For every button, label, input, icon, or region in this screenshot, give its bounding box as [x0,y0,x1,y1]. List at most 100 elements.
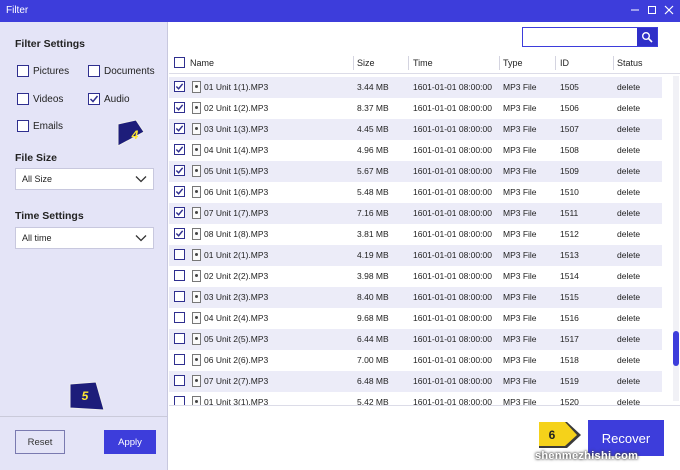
row-checkbox[interactable] [174,165,185,176]
cell-time: 1601-01-01 08:00:00 [413,187,492,197]
row-checkbox[interactable] [174,81,185,92]
minimize-icon[interactable] [628,3,642,17]
column-divider[interactable] [499,56,500,70]
mp3-file-icon [192,102,201,114]
mp3-file-icon [192,375,201,387]
row-checkbox[interactable] [174,144,185,155]
row-checkbox[interactable] [174,312,185,323]
table-row[interactable]: 01 Unit 2(1).MP3 4.19 MB 1601-01-01 08:00:… [169,245,662,266]
table-row[interactable]: 05 Unit 2(5).MP3 6.44 MB 1601-01-01 08:00:… [169,329,662,350]
row-checkbox[interactable] [174,354,185,365]
watermark: shenmezhishi.com [535,450,639,462]
row-checkbox[interactable] [174,396,185,405]
table-row[interactable]: 04 Unit 2(4).MP3 9.68 MB 1601-01-01 08:00:… [169,308,662,329]
table-row[interactable]: 01 Unit 3(1).MP3 5.42 MB 1601-01-01 08:00:… [169,392,662,405]
documents-checkbox[interactable]: Documents [88,65,155,77]
cell-type: MP3 File [503,124,537,134]
search-icon[interactable] [637,28,657,46]
cell-type: MP3 File [503,145,537,155]
cell-name: 07 Unit 2(7).MP3 [204,376,269,386]
row-checkbox[interactable] [174,123,185,134]
cell-size: 6.48 MB [357,376,389,386]
cell-id: 1518 [560,355,579,365]
row-checkbox[interactable] [174,186,185,197]
select-all-checkbox[interactable] [174,57,185,68]
table-row[interactable]: 07 Unit 2(7).MP3 6.48 MB 1601-01-01 08:00:… [169,371,662,392]
cell-size: 5.67 MB [357,166,389,176]
table-row[interactable]: 03 Unit 1(3).MP3 4.45 MB 1601-01-01 08:00:… [169,119,662,140]
window-title: Filter [6,5,29,16]
checkbox-box[interactable] [88,93,100,105]
maximize-icon[interactable] [645,3,659,17]
reset-button[interactable]: Reset [15,430,65,454]
table-row[interactable]: 06 Unit 1(6).MP3 5.48 MB 1601-01-01 08:00:… [169,182,662,203]
table-row[interactable]: 07 Unit 1(7).MP3 7.16 MB 1601-01-01 08:00:… [169,203,662,224]
table-row[interactable]: 03 Unit 2(3).MP3 8.40 MB 1601-01-01 08:00:… [169,287,662,308]
column-divider[interactable] [613,56,614,70]
cell-id: 1515 [560,292,579,302]
cell-name: 02 Unit 1(2).MP3 [204,103,269,113]
videos-checkbox[interactable]: Videos [17,93,63,105]
cell-id: 1512 [560,229,579,239]
column-divider[interactable] [408,56,409,70]
table-row[interactable]: 04 Unit 1(4).MP3 4.96 MB 1601-01-01 08:00:… [169,140,662,161]
checkbox-box[interactable] [17,65,29,77]
header-size[interactable]: Size [357,58,375,68]
mp3-file-icon [192,228,201,240]
checkbox-box[interactable] [17,120,29,132]
close-icon[interactable] [662,3,676,17]
cell-time: 1601-01-01 08:00:00 [413,355,492,365]
table-row[interactable]: 08 Unit 1(8).MP3 3.81 MB 1601-01-01 08:00:… [169,224,662,245]
scrollbar-thumb[interactable] [673,331,679,366]
sidebar-divider [0,416,167,417]
time-select[interactable]: All time [15,227,154,249]
cell-type: MP3 File [503,82,537,92]
cell-id: 1507 [560,124,579,134]
cell-name: 05 Unit 1(5).MP3 [204,166,269,176]
vertical-scrollbar[interactable] [673,76,679,401]
table-bottom-divider [169,405,680,406]
table-row[interactable]: 05 Unit 1(5).MP3 5.67 MB 1601-01-01 08:00:… [169,161,662,182]
header-time[interactable]: Time [413,58,433,68]
column-divider[interactable] [555,56,556,70]
cell-size: 8.37 MB [357,103,389,113]
row-checkbox[interactable] [174,102,185,113]
audio-checkbox[interactable]: Audio [88,93,130,105]
step-6-marker: 6 [537,420,581,450]
cell-time: 1601-01-01 08:00:00 [413,166,492,176]
header-id[interactable]: ID [560,58,569,68]
checkbox-box[interactable] [17,93,29,105]
mp3-file-icon [192,354,201,366]
cell-type: MP3 File [503,166,537,176]
search-input[interactable] [522,27,658,47]
table-row[interactable]: 01 Unit 1(1).MP3 3.44 MB 1601-01-01 08:00:… [169,77,662,98]
row-checkbox[interactable] [174,333,185,344]
pictures-checkbox[interactable]: Pictures [17,65,69,77]
mp3-file-icon [192,81,201,93]
table-row[interactable]: 02 Unit 1(2).MP3 8.37 MB 1601-01-01 08:00:… [169,98,662,119]
cell-status: delete [617,334,641,344]
table-row[interactable]: 06 Unit 2(6).MP3 7.00 MB 1601-01-01 08:00:… [169,350,662,371]
row-checkbox[interactable] [174,270,185,281]
step-5-number: 5 [81,389,89,403]
header-status[interactable]: Status [617,58,643,68]
emails-checkbox[interactable]: Emails [17,120,63,132]
cell-size: 3.44 MB [357,82,389,92]
apply-button[interactable]: Apply [104,430,156,454]
cell-status: delete [617,103,641,113]
chevron-down-icon [135,234,147,244]
row-checkbox[interactable] [174,291,185,302]
cell-status: delete [617,271,641,281]
header-type[interactable]: Type [503,58,523,68]
column-divider[interactable] [353,56,354,70]
row-checkbox[interactable] [174,228,185,239]
row-checkbox[interactable] [174,375,185,386]
header-name[interactable]: Name [190,58,214,68]
cell-time: 1601-01-01 08:00:00 [413,124,492,134]
row-checkbox[interactable] [174,207,185,218]
cell-time: 1601-01-01 08:00:00 [413,250,492,260]
table-row[interactable]: 02 Unit 2(2).MP3 3.98 MB 1601-01-01 08:00:… [169,266,662,287]
row-checkbox[interactable] [174,249,185,260]
checkbox-box[interactable] [88,65,100,77]
file-size-select[interactable]: All Size [15,168,154,190]
